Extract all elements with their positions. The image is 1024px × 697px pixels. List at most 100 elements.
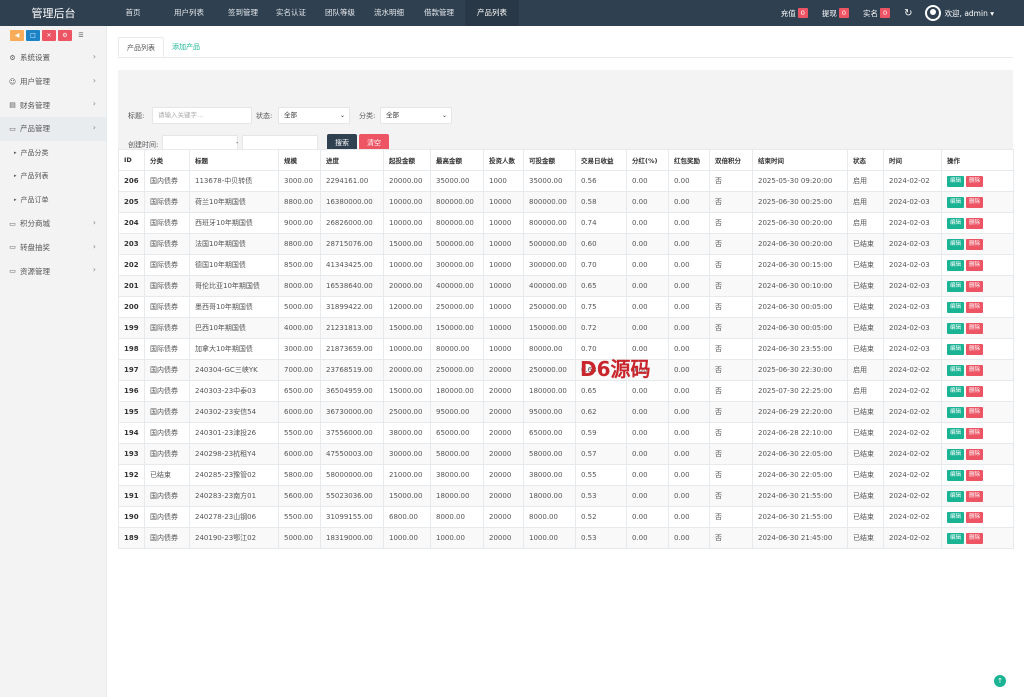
sidebar-item[interactable]: ▭ 资源管理 ›	[0, 259, 106, 283]
table-cell: 15000.00	[383, 380, 431, 402]
table-cell: 国际债券	[144, 233, 190, 255]
edit-button[interactable]: 编辑	[947, 364, 965, 376]
trash-tool-icon[interactable]: ✕	[42, 30, 56, 41]
edit-button[interactable]: 编辑	[947, 175, 965, 187]
delete-button[interactable]: 删除	[966, 238, 984, 250]
delete-button[interactable]: 删除	[966, 259, 984, 271]
topnav-item[interactable]: 团队等级	[315, 0, 365, 26]
topnav-item[interactable]: 借款管理	[413, 0, 465, 26]
table-cell: 0.00	[668, 170, 710, 192]
delete-button[interactable]: 删除	[966, 406, 984, 418]
delete-button[interactable]: 删除	[966, 364, 984, 376]
table-row: 193 国内债券 240298-23杭租Y4 6000.00 47550003.00 30…	[118, 443, 1014, 465]
table-cell: 启用	[847, 170, 884, 192]
edit-button[interactable]: 编辑	[947, 196, 965, 208]
delete-button[interactable]: 删除	[966, 511, 984, 523]
sidebar-subitem[interactable]: ▸ 产品分类	[0, 141, 106, 165]
edit-button[interactable]: 编辑	[947, 280, 965, 292]
edit-button[interactable]: 编辑	[947, 217, 965, 229]
file-tool-icon[interactable]: □	[26, 30, 40, 41]
table-cell: 8000.00	[430, 506, 484, 528]
table-cell: 0.00	[626, 191, 669, 213]
delete-button[interactable]: 删除	[966, 469, 984, 481]
sidebar-item[interactable]: ▭ 积分商城 ›	[0, 212, 106, 236]
sidebar-subitem[interactable]: ▸ 产品列表	[0, 164, 106, 188]
delete-button[interactable]: 删除	[966, 448, 984, 460]
topnav-item[interactable]: 首页	[107, 0, 159, 26]
title-filter-input[interactable]: 请输入关键字...	[152, 107, 252, 124]
refresh-icon[interactable]: ↻	[904, 8, 912, 19]
edit-button[interactable]: 编辑	[947, 259, 965, 271]
table-cell: 0.57	[575, 443, 627, 465]
action-cell: 编辑 删除	[941, 422, 1014, 444]
table-cell: 300000.00	[430, 254, 484, 276]
delete-button[interactable]: 删除	[966, 175, 984, 187]
sidebar-item[interactable]: ☺ 用户管理 ›	[0, 70, 106, 94]
delete-button[interactable]: 删除	[966, 532, 984, 544]
table-cell: 10000.00	[383, 212, 431, 234]
topnav-item[interactable]: 流水明细	[365, 0, 413, 26]
edit-button[interactable]: 编辑	[947, 406, 965, 418]
list-tool-icon[interactable]: ☰	[74, 30, 88, 41]
table-cell: 否	[709, 422, 753, 444]
sidebar-item[interactable]: ⚙ 系统设置 ›	[0, 46, 106, 70]
table-cell: 0.00	[626, 443, 669, 465]
category-filter-select[interactable]: 全部 ⌄	[380, 107, 452, 124]
sidebar-item[interactable]: ▤ 财务管理 ›	[0, 93, 106, 117]
monitor-icon: ▭	[9, 243, 16, 252]
sidebar-subitem[interactable]: ▸ 产品订单	[0, 188, 106, 212]
user-menu[interactable]: 欢迎, admin ▾	[945, 8, 994, 19]
table-cell: 25000.00	[383, 401, 431, 423]
table-cell: 1000.00	[383, 527, 431, 549]
delete-button[interactable]: 删除	[966, 385, 984, 397]
delete-button[interactable]: 删除	[966, 196, 984, 208]
edit-button[interactable]: 编辑	[947, 511, 965, 523]
edit-button[interactable]: 编辑	[947, 490, 965, 502]
cog-tool-icon[interactable]: ⚙	[58, 30, 72, 41]
realname-stat[interactable]: 实名 0	[863, 8, 891, 19]
sidebar-item[interactable]: ▭ 转盘抽奖 ›	[0, 236, 106, 260]
edit-button[interactable]: 编辑	[947, 322, 965, 334]
delete-button[interactable]: 删除	[966, 301, 984, 313]
table-cell: 国际债券	[144, 212, 190, 234]
topnav-item[interactable]: 实名认证	[267, 0, 315, 26]
caret-down-icon: ▾	[990, 8, 994, 18]
delete-button[interactable]: 删除	[966, 322, 984, 334]
table-row: 203 国际债券 法国10年期国债 8800.00 28715076.00 15000.0…	[118, 233, 1014, 255]
table-cell: 2294161.00	[320, 170, 384, 192]
tab-add-product[interactable]: 添加产品	[164, 37, 208, 57]
topnav-item[interactable]: 产品列表	[465, 0, 519, 26]
delete-button[interactable]: 删除	[966, 280, 984, 292]
delete-button[interactable]: 删除	[966, 490, 984, 502]
delete-button[interactable]: 删除	[966, 217, 984, 229]
sidebar-subitem-label: 产品列表	[20, 172, 49, 181]
tab-product-list[interactable]: 产品列表	[118, 37, 164, 57]
recharge-stat[interactable]: 充值 0	[781, 8, 808, 19]
table-cell: 否	[709, 527, 753, 549]
withdraw-stat[interactable]: 提现 0	[822, 8, 850, 19]
table-cell: 2024-02-02	[883, 506, 942, 528]
edit-button[interactable]: 编辑	[947, 385, 965, 397]
edit-button[interactable]: 编辑	[947, 301, 965, 313]
table-cell: 2024-06-30 21:55:00	[752, 506, 848, 528]
delete-button[interactable]: 删除	[966, 343, 984, 355]
home-tool-icon[interactable]: ◀	[10, 30, 24, 41]
delete-button[interactable]: 删除	[966, 427, 984, 439]
back-to-top-icon[interactable]: ↑	[994, 675, 1006, 687]
table-cell: 0.00	[626, 170, 669, 192]
topnav-item[interactable]: 签到管理	[219, 0, 267, 26]
topnav-item[interactable]: 用户列表	[159, 0, 219, 26]
edit-button[interactable]: 编辑	[947, 532, 965, 544]
table-cell: 240303-23中泰03	[189, 380, 279, 402]
edit-button[interactable]: 编辑	[947, 343, 965, 355]
avatar[interactable]	[924, 5, 941, 21]
sidebar-item[interactable]: ▭ 产品管理 ›	[0, 117, 106, 141]
edit-button[interactable]: 编辑	[947, 427, 965, 439]
category-filter-label: 分类:	[359, 112, 376, 120]
edit-button[interactable]: 编辑	[947, 469, 965, 481]
edit-button[interactable]: 编辑	[947, 238, 965, 250]
table-cell: 巴西10年期国债	[189, 317, 279, 339]
status-filter-select[interactable]: 全部 ⌄	[278, 107, 350, 124]
column-header: 分类	[144, 149, 190, 171]
edit-button[interactable]: 编辑	[947, 448, 965, 460]
